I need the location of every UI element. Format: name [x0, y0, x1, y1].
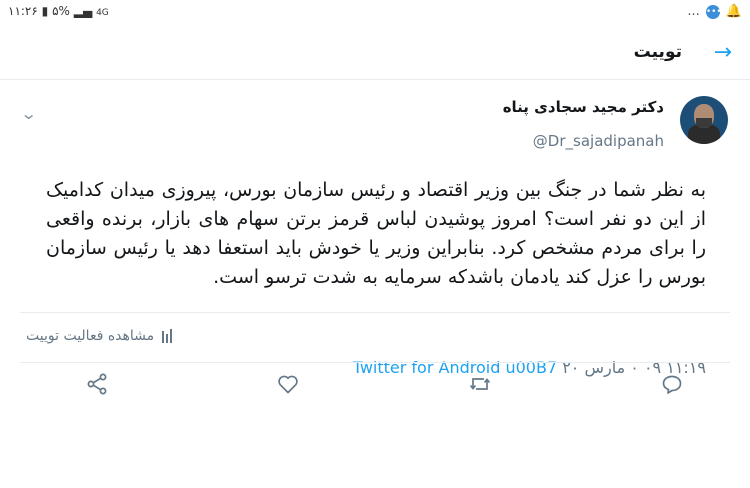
- caret-down-icon[interactable]: ⌄: [20, 104, 37, 123]
- tweet-text: به نظر شما در جنگ بین وزیر اقتصاد و رئیس…: [46, 179, 706, 288]
- status-left: ۱۱:۲۶ ▮ ۵% ▂▄ 4G: [8, 4, 109, 18]
- retweet-icon[interactable]: [468, 372, 492, 396]
- messenger-icon: •••: [705, 4, 722, 19]
- avatar[interactable]: [680, 96, 728, 144]
- like-icon[interactable]: [276, 372, 300, 396]
- reply-icon[interactable]: [660, 372, 684, 396]
- author-name[interactable]: دکتر مجید سجادی پناه: [503, 98, 664, 116]
- status-bar: ۱۱:۲۶ ▮ ۵% ▂▄ 4G ... ••• 🔔: [0, 0, 750, 26]
- battery-icon: ▮: [41, 4, 49, 18]
- share-icon[interactable]: [85, 372, 109, 396]
- signal-icon: ▂▄: [73, 4, 93, 18]
- status-right: ... ••• 🔔: [687, 4, 742, 19]
- bell-icon: 🔔: [725, 4, 742, 19]
- tweet-activity-link[interactable]: مشاهده فعالیت توییت: [26, 328, 173, 344]
- network-type: 4G: [96, 8, 109, 18]
- status-time: ۱۱:۲۶: [8, 4, 38, 18]
- back-arrow-icon[interactable]: →: [714, 40, 732, 65]
- author-handle[interactable]: @Dr_sajadipanah: [533, 132, 664, 150]
- battery-level: ۵%: [52, 4, 70, 18]
- activity-icon: [162, 329, 173, 343]
- more-dots: ...: [687, 4, 700, 19]
- action-bar: [0, 372, 750, 402]
- divider: [20, 312, 730, 313]
- activity-label: مشاهده فعالیت توییت: [26, 328, 155, 344]
- page-title: توییت: [633, 42, 682, 62]
- top-bar: → توییت: [0, 26, 750, 80]
- avatar-beard: [696, 118, 712, 128]
- divider: [20, 362, 730, 363]
